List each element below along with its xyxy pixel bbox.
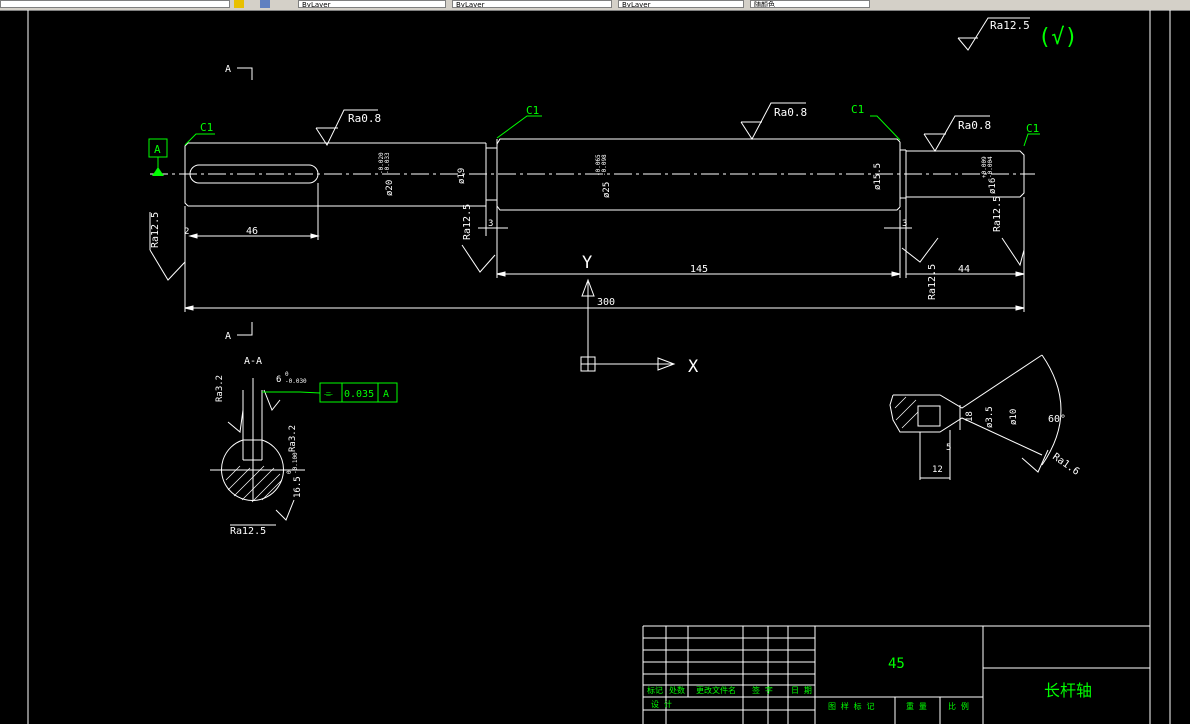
title-header-mark: 标记 [647,685,663,695]
general-roughness-text: Ra12.5 [990,19,1030,32]
title-header-design: 设 计 [651,699,672,709]
chamfer-label-2: C1 [526,104,539,117]
chamfer-label-4: C1 [1026,122,1039,135]
section-ra32-right: Ra3.2 [288,425,298,452]
roughness-ra125-shoulder-text: Ra12.5 [462,204,473,240]
title-header-date: 日 期 [791,686,812,695]
keyway-width-tol-dn: -0.030 [285,378,307,385]
general-roughness-symbol: Ra12.5 (√) [957,17,1078,51]
keyway-width-label: 6 [276,375,281,385]
dia-mid-label: ø25 [602,182,612,198]
section-ra32-left: Ra3.2 [215,375,225,402]
roughness-ra125-groove-text: Ra12.5 [927,264,938,300]
plotstyle-dropdown[interactable]: 随颜色 [750,0,870,8]
keyway-depth-label: 16.5 [293,476,303,498]
dim-gap-3: 3 [902,219,907,229]
keyway-depth-tol-dn: -0.100 [292,452,299,474]
center-hole-detail [889,354,1062,480]
title-stage-mark: 图 样 标 记 [828,701,874,711]
roughness-ra125-right [1001,237,1025,267]
ucs-y-label: Y [582,253,592,273]
roughness-ra08-3-text: Ra0.8 [958,119,991,132]
layer-states-icon[interactable] [260,0,270,8]
center-d1-label: ø3.5 [985,406,995,428]
tolerance-symbol: ⌯ [324,387,333,400]
section-mark-bottom-letter: A [225,331,231,342]
tolerance-value: 0.035 [344,389,374,400]
dim-gap-1: 2 [184,227,189,237]
roughness-ra08-2-text: Ra0.8 [774,106,807,119]
dia-shoulder-label: ø19 [457,168,467,184]
roughness-ra125-shoulder [461,244,496,273]
ucs-icon [580,278,676,372]
tolerance-datum: A [383,389,389,400]
lineweight-dropdown[interactable]: ByLayer [618,0,744,8]
datum-a-marker: A [148,138,168,176]
dia-mid-tol-dn: -0.098 [601,154,608,176]
dia-right-tol-dn: -0.004 [987,156,994,178]
section-aa-title: A-A [244,356,262,367]
dim-middle-length: 145 [690,264,708,275]
title-block [642,625,1150,724]
dim-right-length: 44 [958,264,970,275]
ucs-x-label: X [688,357,699,377]
dia-left-tol-dn: -0.033 [384,152,391,174]
layer-icon[interactable] [234,0,244,8]
center-length-label: 12 [932,465,943,475]
section-mark-top-letter: A [225,64,231,75]
center-step-label: 5 [946,443,951,453]
section-hatch [225,465,283,503]
chamfer-label-3: C1 [851,103,864,116]
title-part-name: 长杆轴 [1044,681,1092,700]
chamfer-label-1: C1 [200,121,213,134]
roughness-ra125-right-text: Ra12.5 [992,196,1003,232]
roughness-ra08-1-text: Ra0.8 [348,112,381,125]
center-roughness-text: Ra1.6 [1050,451,1081,477]
section-ra125: Ra12.5 [230,526,266,537]
linetype-dropdown[interactable]: ByLayer [452,0,612,8]
cad-drawing-canvas[interactable]: Ra12.5 (√) A A A C1 C1 C1 C1 Ra0.8 Ra0.8… [0,10,1190,724]
dia-groove-label: ø15.5 [873,163,883,190]
center-hole-hatch [894,396,919,429]
title-header-sign: 签 字 [752,685,773,695]
roughness-ra125-groove [901,237,939,263]
section-roughness-symbols [227,389,295,526]
layer-dropdown[interactable] [0,0,230,8]
section-mark-top: A [225,64,253,80]
title-header-count: 处数 [669,685,685,695]
title-stage-scale: 比 例 [948,701,969,711]
title-header-doc: 更改文件名 [696,685,736,695]
center-angle-label: 60° [1048,414,1066,425]
roughness-ra125-left-text: Ra12.5 [150,212,161,248]
center-d2-label: ø10 [1009,409,1019,425]
datum-a-letter: A [154,143,161,156]
dim-gap-2: 3 [488,219,493,229]
center-depth-label: 18 [965,411,975,422]
color-dropdown[interactable]: ByLayer [298,0,446,8]
dia-left-label: ø20 [385,180,395,196]
title-material: 45 [888,656,905,672]
chamfer-leaders [184,115,1040,147]
drawing-frame [27,10,1171,724]
dim-key-length: 46 [246,226,258,237]
general-roughness-paren: (√) [1038,25,1078,50]
section-mark-bottom: A [225,322,253,342]
title-stage-weight: 重 量 [906,701,927,711]
keyway-width-tol-up: 0 [285,371,289,378]
dia-right-label: ø16 [988,178,998,194]
dimension-lines [184,183,1025,312]
dim-total-length: 300 [597,297,615,308]
